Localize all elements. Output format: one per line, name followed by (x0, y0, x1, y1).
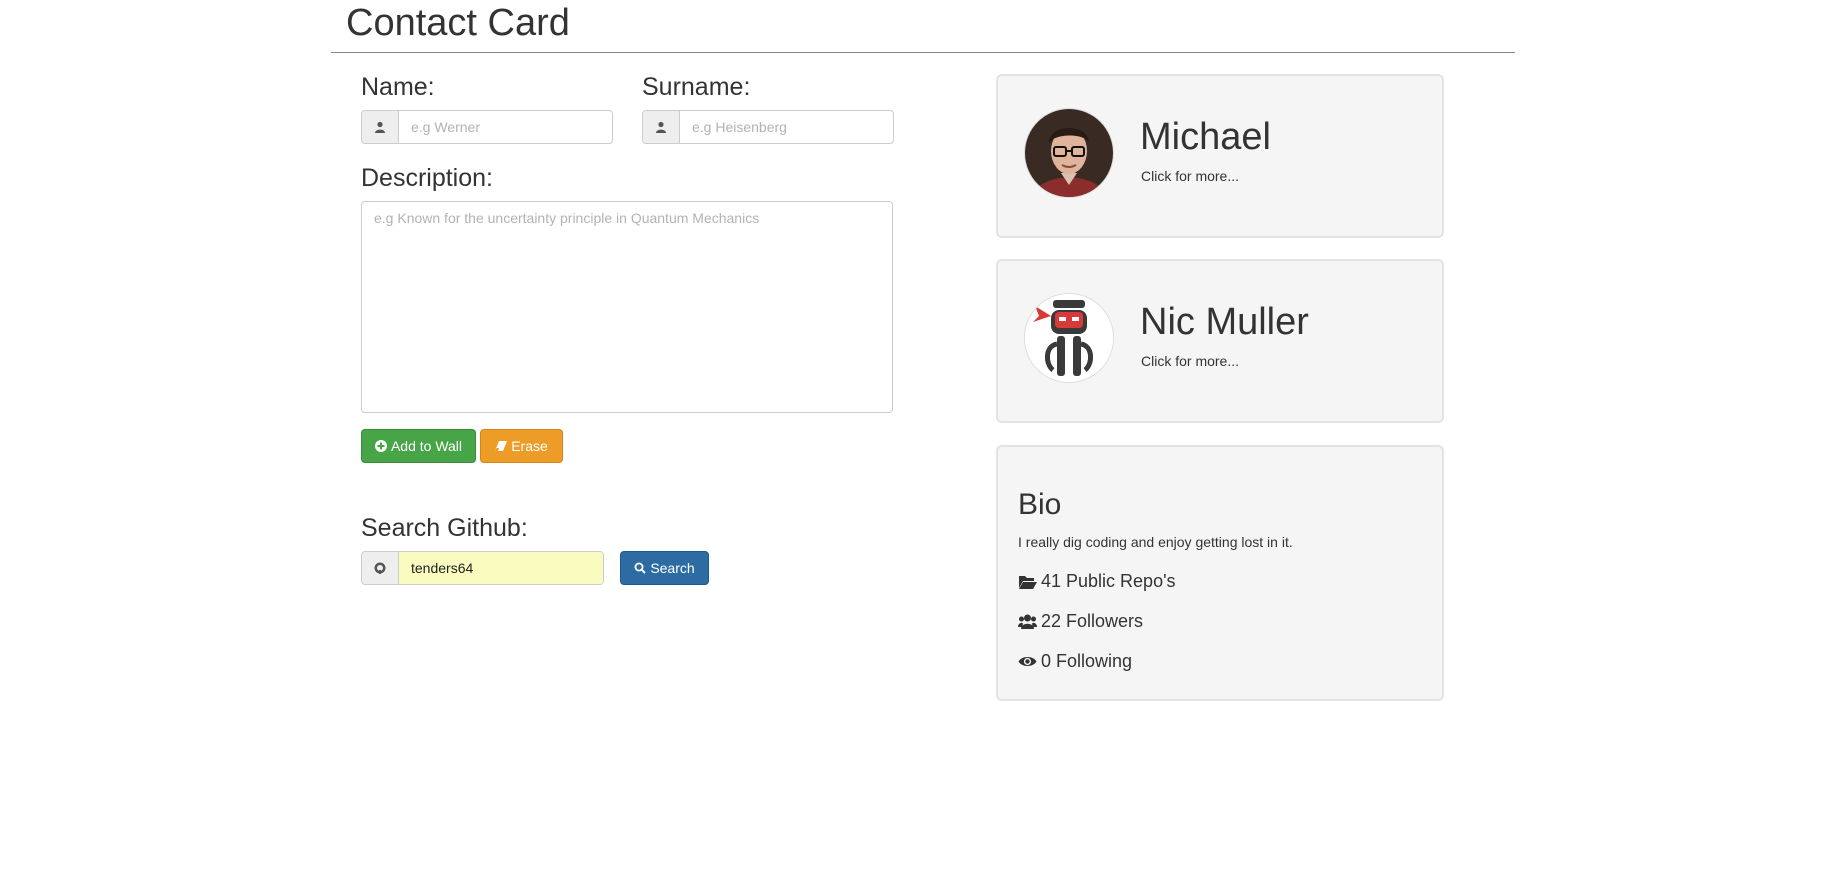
avatar (1024, 108, 1114, 198)
description-textarea[interactable] (361, 201, 893, 413)
search-icon (634, 562, 647, 574)
surname-input[interactable] (680, 111, 893, 143)
github-search-label: Search Github: (361, 514, 528, 542)
github-icon (362, 552, 399, 584)
avatar (1024, 293, 1114, 383)
add-to-wall-label: Add to Wall (390, 438, 463, 454)
bio-text: I really dig coding and enjoy getting lo… (1018, 534, 1293, 550)
title-divider (331, 52, 1515, 53)
bio-title: Bio (1018, 488, 1062, 521)
followers-stat: 22 Followers (1018, 610, 1143, 632)
public-repos-text: 41 Public Repo's (1041, 571, 1176, 591)
user-icon (362, 111, 399, 143)
name-label: Name: (361, 73, 435, 101)
contact-card[interactable]: Michael Click for more... (996, 74, 1444, 238)
folder-open-icon (1019, 575, 1037, 589)
bio-card: Bio I really dig coding and enjoy gettin… (996, 445, 1444, 701)
followers-text: 22 Followers (1041, 611, 1144, 631)
github-input-group (361, 551, 604, 585)
page-title: Contact Card (346, 2, 570, 44)
description-label: Description: (361, 164, 493, 192)
search-label: Search (650, 560, 695, 576)
surname-label: Surname: (642, 73, 751, 101)
plus-circle-icon (374, 440, 387, 452)
page: Contact Card Name: Surname: Description:… (0, 0, 1837, 874)
user-icon (643, 111, 680, 143)
public-repos-stat: 41 Public Repo's (1018, 570, 1176, 592)
contact-card[interactable]: Nic Muller Click for more... (996, 259, 1444, 423)
github-username-input[interactable] (399, 552, 603, 584)
click-for-more-link[interactable]: Click for more... (1141, 352, 1239, 370)
following-text: 0 Following (1041, 651, 1133, 671)
erase-label: Erase (511, 438, 548, 454)
contact-name: Michael (1140, 116, 1271, 158)
click-for-more-link[interactable]: Click for more... (1141, 167, 1239, 185)
following-stat: 0 Following (1018, 650, 1132, 672)
eye-icon (1018, 656, 1037, 666)
name-input-group (361, 110, 613, 144)
search-button[interactable]: Search (620, 551, 709, 585)
add-to-wall-button[interactable]: Add to Wall (361, 429, 476, 463)
surname-input-group (642, 110, 894, 144)
erase-button[interactable]: Erase (480, 429, 563, 463)
users-icon (1018, 614, 1037, 629)
eraser-icon (495, 441, 508, 451)
contact-name: Nic Muller (1140, 301, 1309, 343)
name-input[interactable] (399, 111, 612, 143)
